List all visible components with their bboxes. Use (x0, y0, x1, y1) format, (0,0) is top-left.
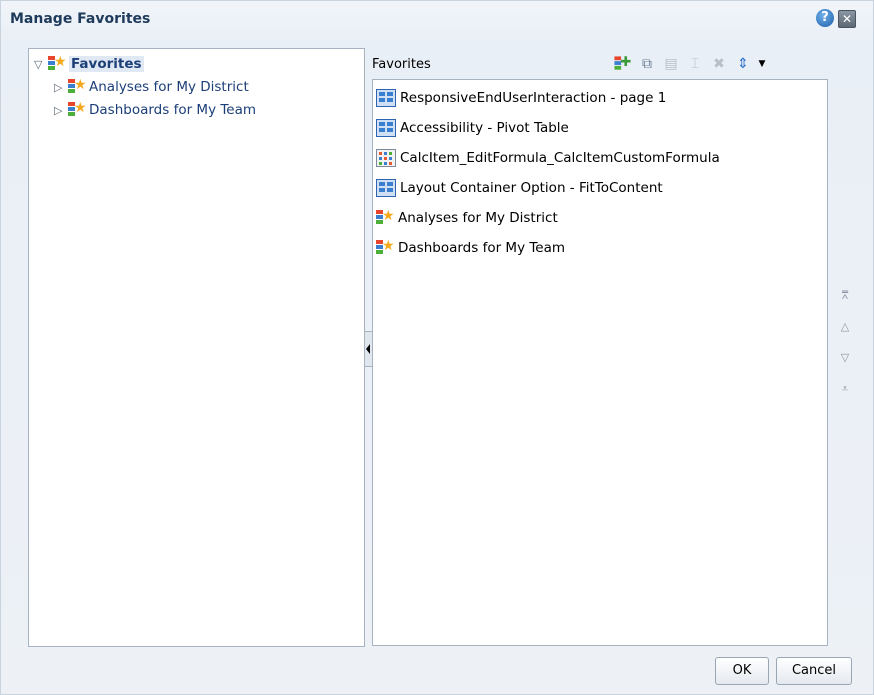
tree-item-label: Favorites (69, 56, 144, 72)
dashboard-page-icon (376, 179, 396, 197)
list-item[interactable]: ★ Analyses for My District (376, 206, 558, 230)
rename-icon[interactable]: ⌶ (685, 54, 705, 74)
move-to-top-icon[interactable]: ⩞ (837, 288, 853, 304)
reorder-controls: ⩞ △ ▽ ⩡ (837, 288, 853, 412)
list-item[interactable]: Layout Container Option - FitToContent (376, 176, 663, 200)
favorites-category-icon: ★ (68, 77, 87, 95)
delete-icon[interactable]: ✖ (709, 54, 729, 74)
move-to-bottom-icon[interactable]: ⩡ (837, 381, 853, 397)
list-item[interactable]: Accessibility - Pivot Table (376, 116, 569, 140)
favorites-tree-pane[interactable]: ▽ ★ Favorites ▷ ★ Analyses for My Distri… (28, 48, 365, 647)
expand-icon[interactable]: ▷ (54, 81, 68, 94)
expand-icon[interactable]: ▷ (54, 104, 68, 117)
tree-item-analyses[interactable]: ▷ ★ Analyses for My District (54, 77, 249, 97)
ok-button[interactable]: OK (715, 657, 769, 685)
copy-icon[interactable]: ⧉ (637, 54, 657, 74)
tree-item-dashboards[interactable]: ▷ ★ Dashboards for My Team (54, 100, 256, 120)
collapse-icon[interactable]: ▽ (34, 58, 48, 71)
favorites-category-icon: ★ (68, 100, 87, 118)
analysis-icon (376, 149, 396, 167)
manage-favorites-dialog: Manage Favorites ? ✕ ▽ ★ Favorites ▷ ★ A… (0, 0, 874, 695)
move-down-icon[interactable]: ▽ (837, 350, 853, 366)
dialog-title: Manage Favorites (10, 11, 151, 27)
list-item[interactable]: CalcItem_EditFormula_CalcItemCustomFormu… (376, 146, 720, 170)
tree-item-favorites[interactable]: ▽ ★ Favorites (34, 54, 144, 74)
favorites-category-icon: ★ (48, 54, 67, 72)
favorites-toolbar: ✚ ⧉ ▤ ⌶ ✖ ⇕ ▼ (613, 54, 767, 74)
paste-icon[interactable]: ▤ (661, 54, 681, 74)
move-up-icon[interactable]: △ (837, 319, 853, 335)
dashboard-page-icon (376, 89, 396, 107)
dashboard-page-icon (376, 119, 396, 137)
new-category-icon[interactable]: ✚ (613, 54, 633, 74)
tree-item-label: Dashboards for My Team (89, 102, 257, 118)
right-pane-header: Favorites (372, 57, 431, 72)
sort-icon[interactable]: ⇕ (733, 54, 753, 74)
cancel-button[interactable]: Cancel (776, 657, 852, 685)
chevron-down-icon[interactable]: ▼ (757, 54, 767, 74)
favorites-category-icon: ★ (376, 208, 395, 226)
favorites-category-icon: ★ (376, 238, 395, 256)
tree-item-label: Analyses for My District (89, 79, 249, 95)
list-item[interactable]: ★ Dashboards for My Team (376, 236, 565, 260)
close-button[interactable]: ✕ (838, 10, 856, 28)
favorites-list-pane[interactable]: ResponsiveEndUserInteraction - page 1 Ac… (372, 79, 828, 646)
list-item[interactable]: ResponsiveEndUserInteraction - page 1 (376, 86, 666, 110)
help-button[interactable]: ? (816, 9, 834, 27)
